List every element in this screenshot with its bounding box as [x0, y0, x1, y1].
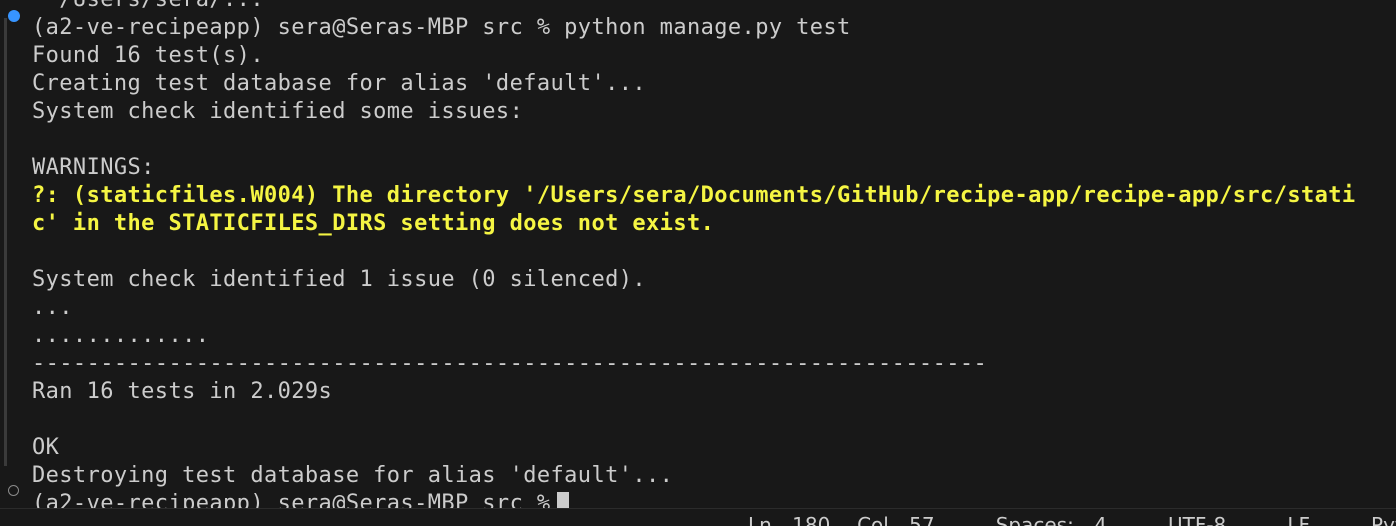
dots-long-line: .............: [32, 323, 210, 348]
ok-line: OK: [32, 435, 60, 460]
partial-top-line: /Users/sera/...: [32, 0, 264, 14]
system-check-line: System check identified some issues:: [32, 99, 524, 124]
found-tests-line: Found 16 test(s).: [32, 43, 264, 68]
command-gutter-bar: [4, 18, 7, 466]
status-bar-items[interactable]: Ln 180, Col 57 Spaces: 4 UTF-8 LF Python: [748, 513, 1396, 526]
terminal-panel[interactable]: /Users/sera/... (a2-ve-recipeapp) sera@S…: [0, 0, 1396, 516]
dots-short-line: ...: [32, 295, 73, 320]
command-success-icon[interactable]: [8, 10, 20, 22]
command-pending-icon[interactable]: [8, 485, 19, 496]
warning-line-1: ?: (staticfiles.W004) The directory '/Us…: [32, 183, 1356, 208]
separator-line: ----------------------------------------…: [32, 351, 988, 376]
warnings-header: WARNINGS:: [32, 155, 155, 180]
warning-line-2: c' in the STATICFILES_DIRS setting does …: [32, 211, 715, 236]
issue-summary-line: System check identified 1 issue (0 silen…: [32, 267, 647, 292]
creating-db-line: Creating test database for alias 'defaul…: [32, 71, 647, 96]
destroying-db-line: Destroying test database for alias 'defa…: [32, 463, 674, 488]
ran-tests-line: Ran 16 tests in 2.029s: [32, 379, 333, 404]
status-bar: Ln 180, Col 57 Spaces: 4 UTF-8 LF Python: [0, 508, 1396, 526]
prompt-command-line: (a2-ve-recipeapp) sera@Seras-MBP src % p…: [32, 15, 851, 40]
